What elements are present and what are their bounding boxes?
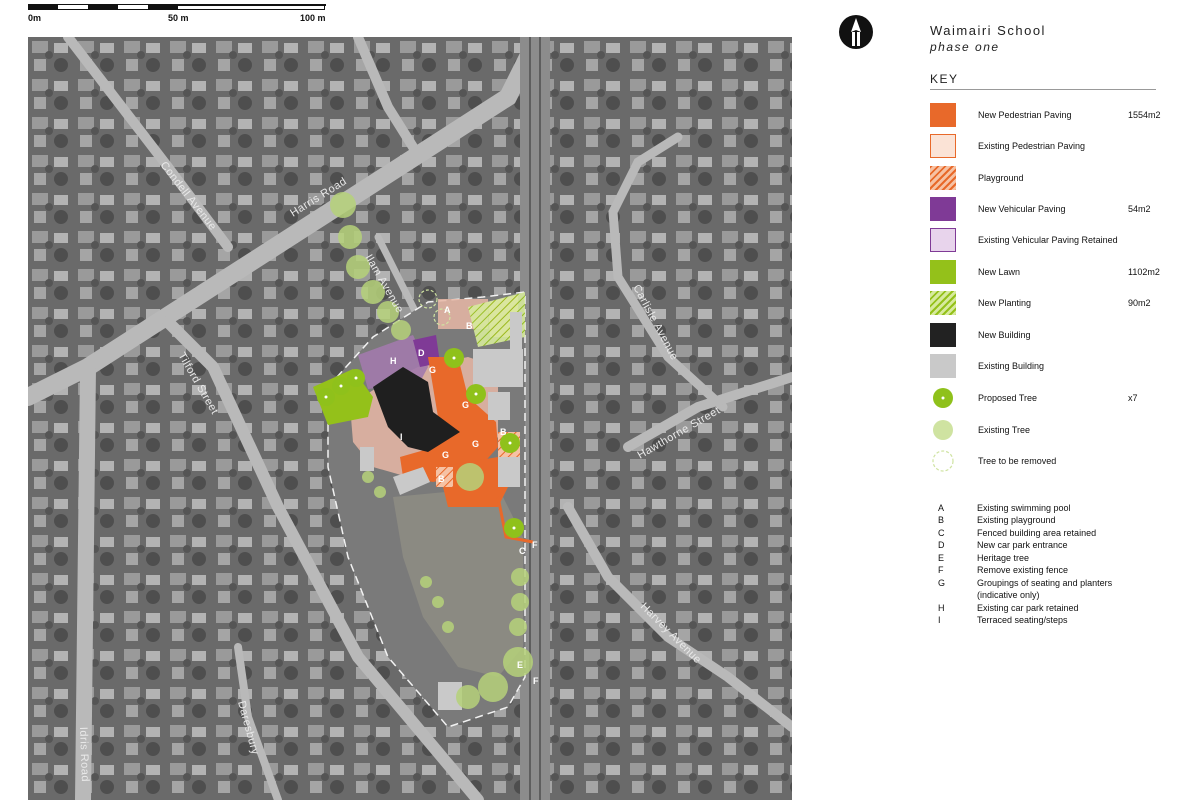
note-text: Groupings of seating and planters — [977, 578, 1113, 588]
note-letter: C — [938, 528, 945, 538]
swatch-new-building — [930, 323, 956, 347]
plan-title: Waimairi School — [930, 23, 1046, 38]
note-text: Terraced seating/steps — [977, 615, 1068, 625]
site-label-e: E — [517, 660, 523, 670]
scale-bar-segment — [28, 4, 58, 10]
site-label-g: G — [462, 400, 469, 410]
legend-label: Playground — [978, 173, 1024, 183]
note-text: Existing swimming pool — [977, 503, 1071, 513]
note-letter: I — [938, 615, 941, 625]
note-letter: G — [938, 578, 946, 588]
note-letter: B — [938, 515, 945, 525]
aerial-site-map[interactable]: Condell Avenue Harris Road Ilam Avenue T… — [28, 37, 792, 800]
note-text: New car park entrance — [977, 540, 1068, 550]
site-label-g: G — [429, 365, 436, 375]
swatch-existing-building — [930, 354, 956, 378]
swatch-existing-pedestrian-paving — [930, 134, 956, 158]
site-label-b: B — [500, 427, 507, 437]
site-label-f: F — [532, 540, 538, 550]
key-divider — [930, 89, 1156, 90]
scale-bar: 0m 50 m 100 m — [28, 0, 328, 26]
existing-tree-icon — [933, 420, 953, 440]
legend-item: Tree to be removed — [930, 449, 1160, 473]
north-arrow-icon — [839, 15, 873, 49]
legend-value: 90m2 — [1128, 298, 1151, 308]
site-label-g: G — [472, 439, 479, 449]
site-label-h: H — [390, 356, 397, 366]
note-text: Heritage tree — [977, 553, 1030, 563]
legend-item: New Planting 90m2 — [930, 291, 1160, 315]
legend-item: Playground — [930, 166, 1160, 190]
site-label-d: D — [418, 348, 425, 358]
legend-item: Existing Tree — [930, 418, 1160, 442]
legend-item: New Pedestrian Paving 1554m2 — [930, 103, 1161, 127]
legend-label: Existing Vehicular Paving Retained — [978, 235, 1118, 245]
scale-label-0: 0m — [28, 13, 42, 23]
note-text: (indicative only) — [977, 590, 1040, 600]
legend-label: New Building — [978, 330, 1031, 340]
legend-value: 54m2 — [1128, 204, 1151, 214]
legend-item: New Lawn 1102m2 — [930, 260, 1160, 284]
note-text: Remove existing fence — [977, 565, 1069, 575]
legend-label: New Pedestrian Paving — [978, 110, 1072, 120]
removed-tree-icon — [932, 450, 954, 472]
note-text: Existing car park retained — [977, 603, 1079, 613]
site-label-i: I — [400, 432, 403, 442]
legend-item: New Building — [930, 323, 1160, 347]
swatch-new-planting — [930, 291, 956, 315]
scale-label-100: 100 m — [300, 13, 326, 23]
note-letter: H — [938, 603, 945, 613]
legend-label: New Vehicular Paving — [978, 204, 1066, 214]
site-label-b: B — [438, 474, 445, 484]
note-letter: E — [938, 553, 945, 563]
scale-label-50: 50 m — [168, 13, 189, 23]
legend-label: New Planting — [978, 298, 1032, 308]
scale-bar-segment — [176, 4, 326, 6]
proposed-tree-icon — [933, 388, 953, 408]
swatch-existing-vehicular-paving — [930, 228, 956, 252]
note-letter: D — [938, 540, 945, 550]
legend-label: Proposed Tree — [978, 393, 1038, 403]
swatch-new-pedestrian-paving — [930, 103, 956, 127]
key-heading: KEY — [930, 72, 959, 86]
legend-label: New Lawn — [978, 267, 1021, 277]
legend-label: Existing Building — [978, 361, 1045, 371]
map-canvas: Condell Avenue Harris Road Ilam Avenue T… — [28, 37, 792, 800]
scale-bar-segment — [88, 4, 118, 10]
site-label-c: C — [519, 546, 526, 556]
scale-bar-segment — [148, 4, 178, 10]
legend-value: 1102m2 — [1128, 267, 1160, 277]
site-label-a: A — [444, 305, 451, 315]
legend-item: New Vehicular Paving 54m2 — [930, 197, 1160, 221]
legend-value: x7 — [1128, 393, 1138, 403]
swatch-new-vehicular-paving — [930, 197, 956, 221]
legend-label: Existing Tree — [978, 425, 1031, 435]
site-label-f: F — [533, 676, 539, 686]
note-letter: A — [938, 503, 945, 513]
site-label-g: G — [442, 450, 449, 460]
legend-item: Existing Pedestrian Paving — [930, 134, 1160, 158]
legend-item: Proposed Tree x7 — [930, 386, 1160, 410]
legend-item: Existing Vehicular Paving Retained — [930, 228, 1160, 252]
note-letter: F — [938, 565, 944, 575]
legend-item: Existing Building — [930, 354, 1160, 378]
site-label-b: B — [466, 321, 473, 331]
legend-label: Tree to be removed — [978, 456, 1057, 466]
note-text: Fenced building area retained — [977, 528, 1097, 538]
legend-value: 1554m2 — [1128, 110, 1161, 120]
swatch-new-lawn — [930, 260, 956, 284]
street-label-idris: Idris Road — [77, 727, 91, 783]
legend-label: Existing Pedestrian Paving — [978, 141, 1086, 151]
plan-subtitle: phase one — [930, 40, 1000, 54]
note-text: Existing playground — [977, 515, 1056, 525]
swatch-playground — [930, 166, 956, 190]
